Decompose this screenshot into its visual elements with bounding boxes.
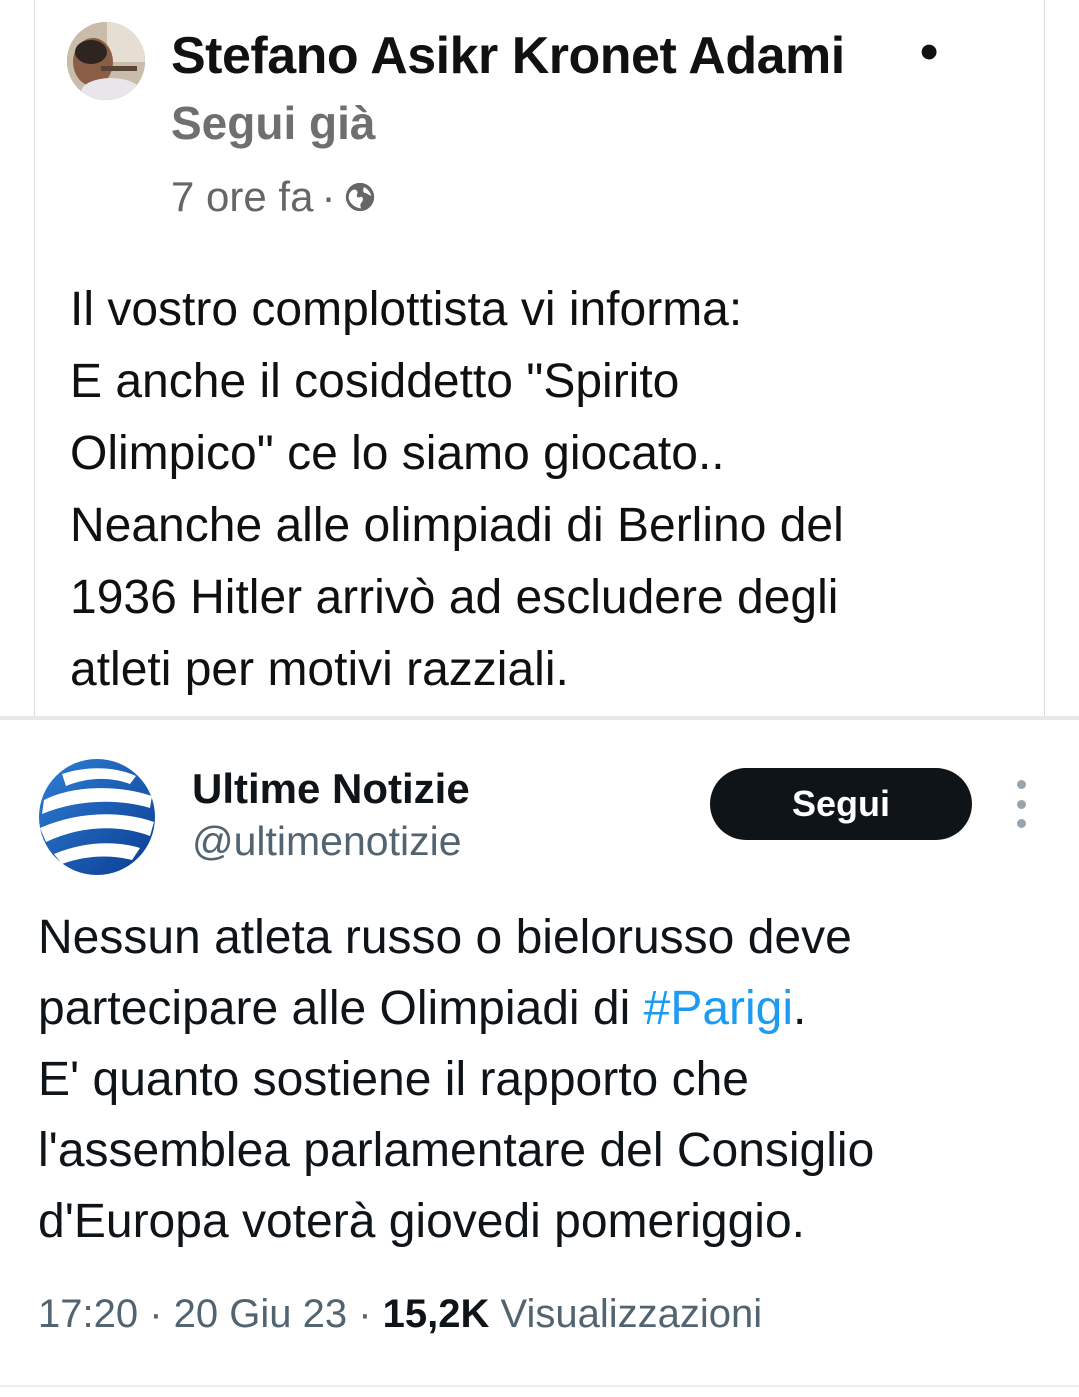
section-divider bbox=[0, 716, 1079, 720]
tweet-text-line: Nessun atleta russo o bielorusso deve bbox=[38, 911, 852, 964]
follow-status-button[interactable]: Segui già bbox=[171, 96, 375, 150]
tweet-account-name[interactable]: Ultime Notizie bbox=[192, 765, 470, 813]
more-dot bbox=[1016, 799, 1026, 809]
author-avatar[interactable] bbox=[67, 22, 145, 100]
avatar-photo bbox=[67, 22, 145, 100]
meta-separator: · bbox=[138, 1292, 174, 1336]
tweet-text-line: l'assemblea parlamentare del Consiglio bbox=[38, 1124, 875, 1177]
post-text-line: atleti per motivi razziali. bbox=[70, 643, 569, 696]
meta-separator: · bbox=[347, 1292, 383, 1336]
author-name[interactable]: Stefano Asikr Kronet Adami bbox=[171, 26, 845, 86]
tweet-date[interactable]: 20 Giu 23 bbox=[174, 1292, 347, 1336]
name-separator-dot: • bbox=[920, 23, 939, 81]
tweet-body: Nessun atleta russo o bielorusso deve pa… bbox=[38, 902, 1038, 1257]
tweet-account-handle[interactable]: @ultimenotizie bbox=[192, 818, 462, 865]
post-text-line: 1936 Hitler arrivò ad escludere degli bbox=[70, 571, 839, 624]
post-text-line: Olimpico" ce lo siamo giocato.. bbox=[70, 427, 725, 480]
post-text-line: Neanche alle olimpiadi di Berlino del bbox=[70, 499, 844, 552]
follow-button[interactable]: Segui bbox=[710, 768, 972, 840]
post-meta: 7 ore fa · bbox=[171, 172, 377, 222]
post-text-line: E anche il cosiddetto "Spirito bbox=[70, 355, 680, 408]
tweet-text-line: E' quanto sostiene il rapporto che bbox=[38, 1053, 749, 1106]
tweet-text-line: d'Europa voterà giovedi pomeriggio. bbox=[38, 1195, 805, 1248]
tweet-time[interactable]: 17:20 bbox=[38, 1292, 138, 1336]
more-dot bbox=[1016, 780, 1026, 789]
post-text-line: Il vostro complottista vi informa: bbox=[70, 283, 743, 336]
ultime-notizie-logo-icon[interactable] bbox=[36, 756, 158, 878]
more-dot bbox=[1016, 819, 1026, 828]
hashtag-link[interactable]: #Parigi bbox=[644, 982, 793, 1035]
bottom-divider bbox=[0, 1385, 1079, 1387]
post-body: Il vostro complottista vi informa: E anc… bbox=[70, 274, 1030, 706]
meta-separator: · bbox=[321, 173, 336, 220]
views-count: 15,2K bbox=[382, 1292, 490, 1336]
views-label: Visualizzazioni bbox=[489, 1292, 763, 1336]
more-vertical-icon[interactable] bbox=[1008, 780, 1034, 828]
globe-icon[interactable] bbox=[343, 180, 377, 214]
tweet-text-segment: partecipare alle Olimpiadi di bbox=[38, 982, 644, 1035]
tweet-text-segment: . bbox=[793, 982, 807, 1035]
post-timestamp[interactable]: 7 ore fa bbox=[171, 173, 313, 221]
tweet-meta: 17:20 · 20 Giu 23 · 15,2K Visualizzazion… bbox=[38, 1292, 762, 1337]
tweet-text-line: partecipare alle Olimpiadi di #Parigi. bbox=[38, 973, 1038, 1044]
